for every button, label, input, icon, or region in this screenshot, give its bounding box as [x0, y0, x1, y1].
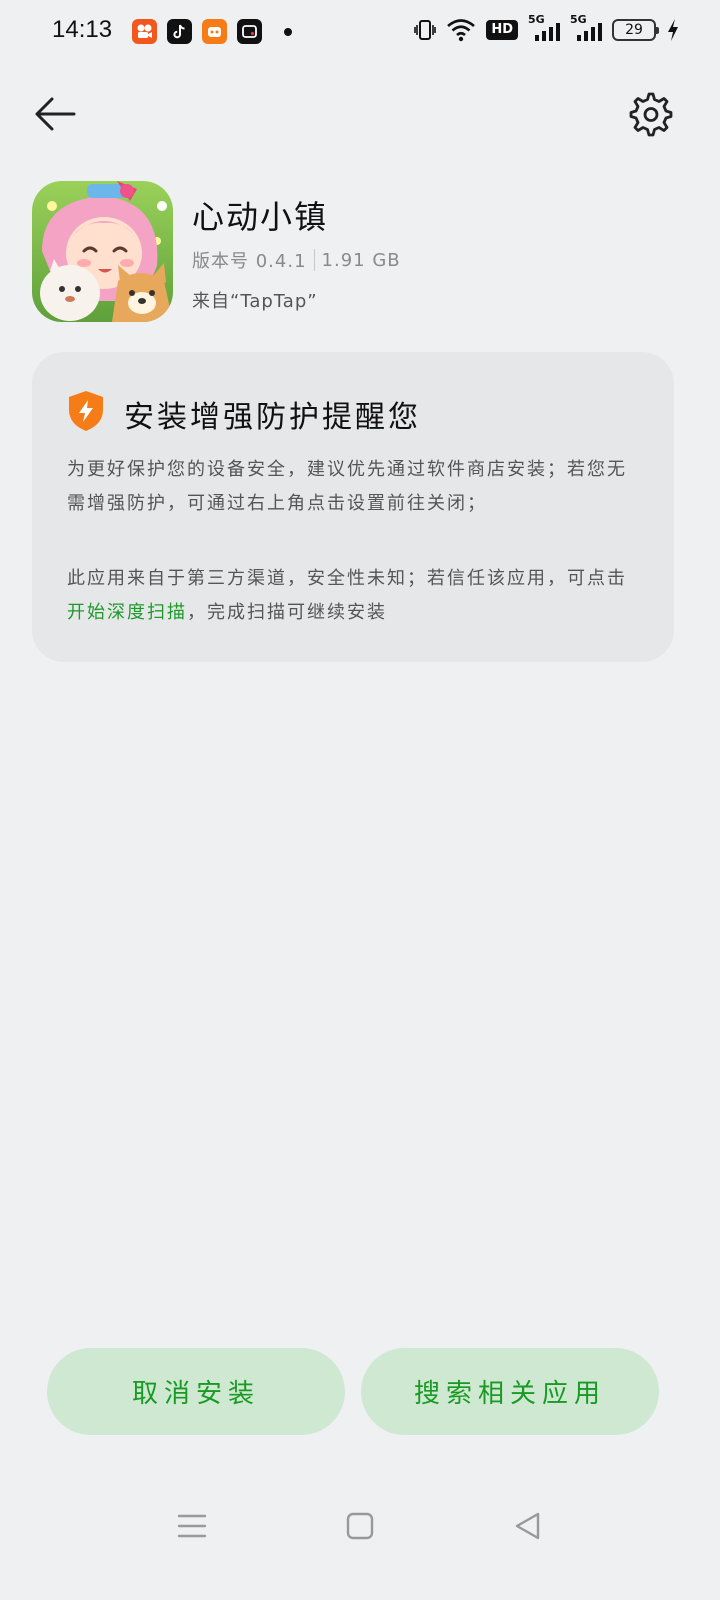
security-warning-card: 安装增强防护提醒您 为更好保护您的设备安全，建议优先通过软件商店安装；若您无需增… [32, 352, 674, 662]
arrow-left-icon [35, 97, 76, 131]
system-navigation-bar [0, 1490, 720, 1560]
app-size: 1.91 GB [321, 249, 401, 271]
signal-sim2-icon: 5G [570, 13, 602, 43]
app-icon [32, 181, 173, 322]
battery-icon: 29 [612, 19, 659, 41]
app-source: 来自“TapTap” [192, 291, 318, 312]
nav-back-button[interactable] [508, 1508, 548, 1544]
app-name: 心动小镇 [192, 198, 329, 236]
meta-divider [313, 249, 315, 271]
deep-scan-link[interactable]: 开始深度扫描 [67, 602, 187, 623]
vibrate-icon [414, 20, 437, 40]
app-meta: 版本号 0.4.1 1.91 GB [192, 247, 401, 273]
taptap-notification-icon [202, 19, 227, 44]
gear-icon [629, 92, 673, 137]
notification-icons [132, 19, 292, 44]
status-indicators: HD 5G 5G 29 [414, 13, 680, 43]
menu-icon [177, 1514, 207, 1538]
battery-level: 29 [625, 22, 643, 38]
signal-sim1-icon: 5G [528, 13, 560, 43]
triangle-back-icon [515, 1512, 540, 1540]
app-version: 版本号 0.4.1 [192, 251, 307, 272]
video-notification-icon [237, 19, 262, 44]
status-time: 14:13 [52, 16, 113, 43]
charging-icon [668, 19, 678, 41]
warning-paragraph-1: 为更好保护您的设备安全，建议优先通过软件商店安装；若您无需增强防护，可通过右上角… [67, 459, 627, 514]
warning-paragraph-2-text: 此应用来自于第三方渠道，安全性未知；若信任该应用，可点击 [67, 568, 627, 589]
recent-apps-button[interactable] [172, 1508, 212, 1544]
kuaishou-notification-icon [132, 19, 157, 44]
hd-voice-badge: HD [486, 20, 518, 40]
shield-icon [69, 391, 103, 431]
square-icon [346, 1512, 374, 1540]
cancel-install-button[interactable]: 取消安装 [47, 1348, 345, 1435]
warning-title: 安装增强防护提醒您 [124, 400, 421, 435]
warning-paragraph-2-tail: ，完成扫描可继续安装 [187, 602, 387, 623]
game-character-icon [32, 181, 173, 322]
home-button[interactable] [340, 1508, 380, 1544]
wifi-icon [447, 19, 476, 42]
tiktok-notification-icon [167, 19, 192, 44]
search-related-apps-button[interactable]: 搜索相关应用 [361, 1348, 659, 1435]
settings-button[interactable] [628, 92, 674, 138]
back-button[interactable] [32, 94, 78, 134]
warning-paragraph-2: 此应用来自于第三方渠道，安全性未知；若信任该应用，可点击开始深度扫描，完成扫描可… [67, 562, 642, 630]
status-bar: 14:13 HD 5G 5G 29 [0, 0, 720, 64]
more-notifications-dot [284, 27, 292, 36]
